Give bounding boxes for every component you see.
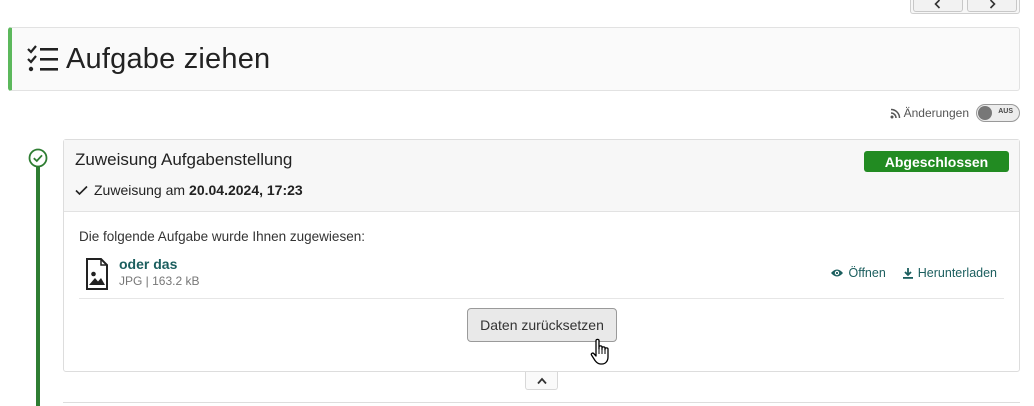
download-file-label: Herunterladen bbox=[917, 266, 997, 280]
chevron-right-icon bbox=[989, 0, 996, 9]
file-meta: JPG | 163.2 kB bbox=[119, 274, 200, 288]
assignment-date: 20.04.2024, 17:23 bbox=[189, 182, 303, 198]
file-name-link[interactable]: oder das bbox=[119, 256, 200, 272]
check-circle-icon bbox=[28, 148, 48, 168]
page-title: Aufgabe ziehen bbox=[66, 42, 271, 75]
assignment-step-card: Zuweisung Aufgabenstellung Abgeschlossen… bbox=[63, 139, 1020, 372]
file-details: oder das JPG | 163.2 kB bbox=[119, 254, 200, 288]
task-list-icon bbox=[26, 43, 60, 75]
reset-data-button[interactable]: Daten zurücksetzen bbox=[467, 308, 617, 342]
file-item: oder das JPG | 163.2 kB Öffnen Herunterl… bbox=[79, 254, 1004, 299]
open-file-button[interactable]: Öffnen bbox=[830, 266, 886, 280]
timeline-line bbox=[36, 166, 40, 406]
card-header: Zuweisung Aufgabenstellung Abgeschlossen… bbox=[64, 140, 1019, 212]
chevron-up-icon bbox=[536, 377, 547, 384]
download-icon bbox=[902, 268, 913, 279]
changes-toggle[interactable]: AUS bbox=[976, 104, 1020, 122]
changes-subscription: Änderungen AUS bbox=[890, 104, 1020, 122]
check-icon bbox=[75, 185, 88, 195]
status-badge: Abgeschlossen bbox=[864, 151, 1009, 172]
download-file-button[interactable]: Herunterladen bbox=[902, 266, 997, 280]
file-actions: Öffnen Herunterladen bbox=[830, 266, 997, 280]
title-panel: Aufgabe ziehen bbox=[8, 27, 1020, 91]
image-file-icon bbox=[86, 258, 108, 290]
pager-nav bbox=[910, 0, 1020, 14]
toggle-state-text: AUS bbox=[998, 108, 1013, 115]
toggle-knob bbox=[978, 106, 992, 120]
assignment-prefix: Zuweisung am bbox=[94, 182, 186, 198]
hand-cursor-icon bbox=[590, 338, 609, 365]
chevron-left-icon bbox=[934, 0, 941, 9]
collapse-button[interactable] bbox=[525, 372, 558, 390]
open-file-label: Öffnen bbox=[848, 266, 886, 280]
next-button[interactable] bbox=[967, 0, 1017, 12]
changes-label: Änderungen bbox=[903, 106, 969, 120]
previous-button[interactable] bbox=[913, 0, 963, 12]
eye-icon bbox=[831, 269, 844, 277]
rss-icon bbox=[890, 108, 900, 118]
assignment-intro: Die folgende Aufgabe wurde Ihnen zugewie… bbox=[79, 229, 365, 244]
assignment-info: Zuweisung am 20.04.2024, 17:23 bbox=[75, 182, 1019, 198]
card-body: Die folgende Aufgabe wurde Ihnen zugewie… bbox=[64, 212, 1019, 299]
